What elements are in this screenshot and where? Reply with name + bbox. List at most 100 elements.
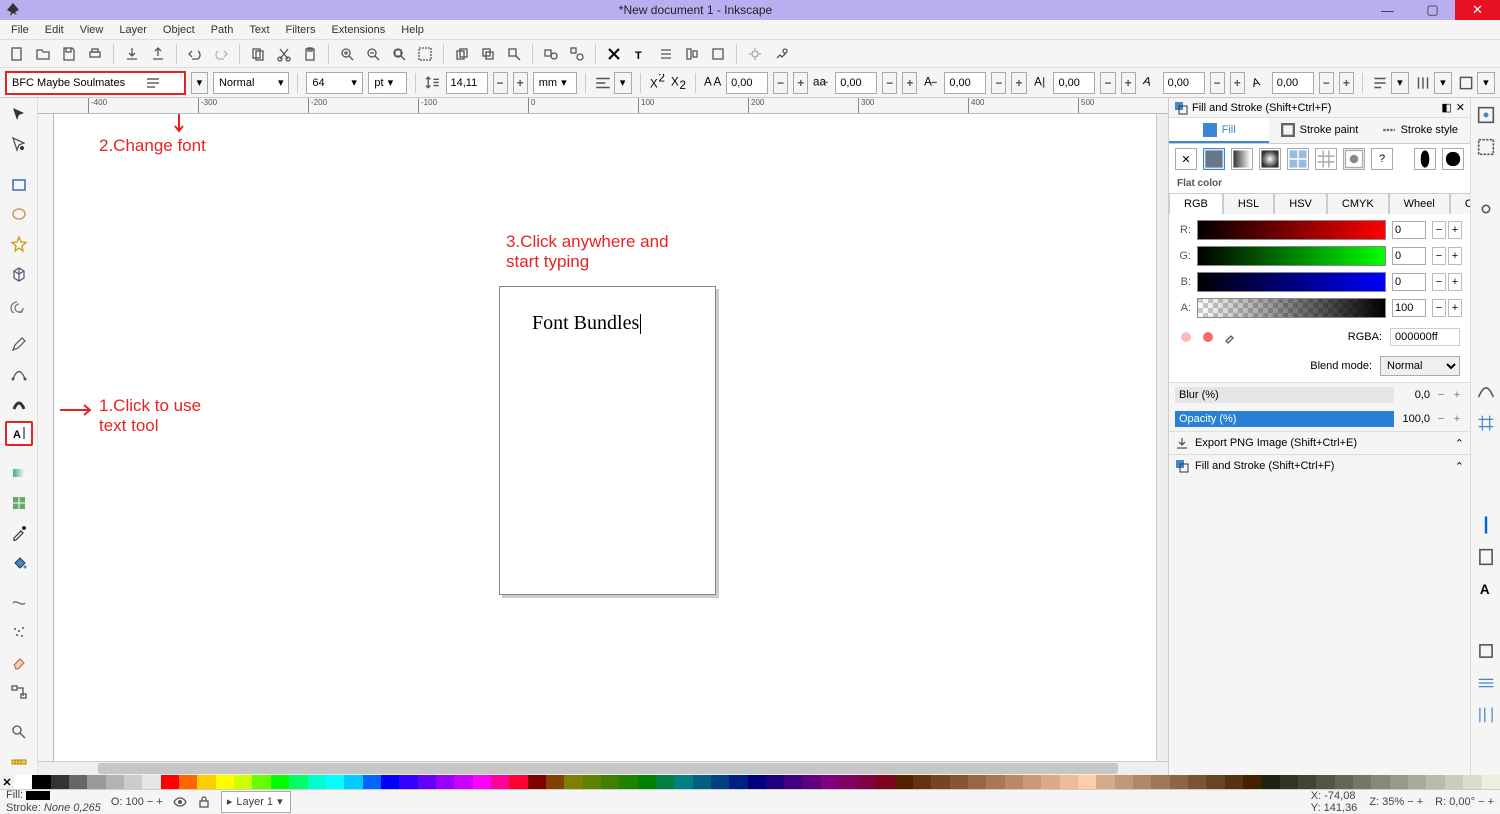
fill-indicator[interactable]: Fill: Stroke: None 0,265 (6, 789, 101, 814)
zoom-indicator[interactable]: Z: 35% − + (1369, 796, 1423, 808)
g-slider[interactable] (1197, 246, 1386, 266)
font-size-input[interactable] (312, 77, 347, 89)
palette-swatch[interactable] (1243, 775, 1261, 789)
menu-text[interactable]: Text (241, 22, 277, 38)
font-style-field[interactable]: ▾ (213, 72, 290, 94)
menu-view[interactable]: View (72, 22, 112, 38)
cut-button[interactable] (273, 43, 295, 65)
panel-close-button[interactable]: ✕ (1456, 101, 1465, 114)
palette-swatch[interactable] (87, 775, 105, 789)
fill-pattern-button[interactable] (1315, 148, 1337, 170)
font-family-input[interactable] (12, 77, 142, 89)
connector-tool[interactable] (5, 679, 33, 705)
r-minus[interactable]: − (1432, 221, 1446, 239)
letter-spacing-field[interactable] (726, 72, 768, 94)
vertical-ruler[interactable] (38, 114, 54, 761)
text-direction-icon[interactable] (1371, 74, 1389, 92)
palette-swatch[interactable] (179, 775, 197, 789)
palette-swatch[interactable] (1371, 775, 1389, 789)
fill-flat-button[interactable] (1203, 148, 1225, 170)
palette-swatch[interactable] (106, 775, 124, 789)
palette-swatch[interactable] (913, 775, 931, 789)
vertical-scrollbar[interactable] (1156, 114, 1168, 761)
visibility-icon[interactable] (173, 795, 187, 809)
palette-swatch[interactable] (363, 775, 381, 789)
menu-layer[interactable]: Layer (111, 22, 155, 38)
align-button[interactable] (681, 43, 703, 65)
palette-swatch[interactable] (51, 775, 69, 789)
tab-stroke-style[interactable]: Stroke style (1370, 118, 1470, 143)
palette-swatch[interactable] (968, 775, 986, 789)
palette-swatch[interactable] (711, 775, 729, 789)
palette-swatch[interactable] (1151, 775, 1169, 789)
opac-plus[interactable]: + (1450, 411, 1464, 427)
kh-plus[interactable]: + (1011, 72, 1026, 94)
cr-plus[interactable]: + (1339, 72, 1354, 94)
palette-swatch[interactable] (399, 775, 417, 789)
palette-swatch[interactable] (69, 775, 87, 789)
palette-swatch[interactable] (1280, 775, 1298, 789)
palette-swatch[interactable] (1170, 775, 1188, 789)
snap-align-icon[interactable] (1475, 704, 1497, 726)
palette-swatch[interactable] (1261, 775, 1279, 789)
xml-button[interactable] (655, 43, 677, 65)
font-style-input[interactable] (219, 77, 274, 89)
palette-swatch[interactable] (124, 775, 142, 789)
palette-swatch[interactable] (1060, 775, 1078, 789)
snap-enable-icon[interactable] (1475, 104, 1497, 126)
eraser-tool[interactable] (5, 650, 33, 676)
print-button[interactable] (84, 43, 106, 65)
3dbox-tool[interactable] (5, 261, 33, 287)
palette-swatch[interactable] (619, 775, 637, 789)
mode-cmyk[interactable]: CMYK (1327, 193, 1389, 214)
dock-fillstroke[interactable]: Fill and Stroke (Shift+Ctrl+F) ⌃ (1169, 454, 1470, 477)
selector-tool[interactable] (5, 102, 33, 128)
opacity-value[interactable]: 100,0 (1394, 413, 1434, 425)
snap-guide-icon[interactable] (1475, 514, 1497, 536)
paste-button[interactable] (299, 43, 321, 65)
palette-swatch[interactable] (839, 775, 857, 789)
bezier-tool[interactable] (5, 361, 33, 387)
line-height-minus[interactable]: − (493, 72, 508, 94)
fill-unknown-button[interactable]: ? (1371, 148, 1393, 170)
pencil-tool[interactable] (5, 331, 33, 357)
unlink-clone-button[interactable] (503, 43, 525, 65)
zoom-selection-button[interactable] (414, 43, 436, 65)
palette-swatch[interactable] (1408, 775, 1426, 789)
palette-swatch[interactable] (197, 775, 215, 789)
palette-swatch[interactable] (1078, 775, 1096, 789)
expand-icon-2[interactable]: ⌃ (1455, 460, 1464, 473)
duplicate-button[interactable] (451, 43, 473, 65)
palette-swatch[interactable] (509, 775, 527, 789)
r-plus[interactable]: + (1448, 221, 1462, 239)
expand-icon[interactable]: ⌃ (1455, 437, 1464, 450)
palette-swatch[interactable] (32, 775, 50, 789)
snap-center-icon[interactable] (1475, 640, 1497, 662)
document-properties-button[interactable] (770, 43, 792, 65)
align-dropdown[interactable]: ▾ (614, 72, 632, 94)
text-orientation-dropdown[interactable]: ▾ (1477, 72, 1495, 94)
kv-plus[interactable]: + (1121, 72, 1136, 94)
palette-swatch[interactable] (1390, 775, 1408, 789)
snap-rotation-icon[interactable] (1475, 672, 1497, 694)
palette-swatch[interactable] (638, 775, 656, 789)
line-height-plus[interactable]: + (513, 72, 528, 94)
palette-swatch[interactable] (1426, 775, 1444, 789)
ellipse-tool[interactable] (5, 202, 33, 228)
spiral-tool[interactable] (5, 291, 33, 317)
blur-plus[interactable]: + (1450, 387, 1464, 403)
ls-plus[interactable]: + (793, 72, 808, 94)
palette-swatch[interactable] (161, 775, 179, 789)
menu-file[interactable]: File (3, 22, 37, 38)
rgba-input[interactable] (1390, 328, 1460, 346)
palette-swatch[interactable] (454, 775, 472, 789)
palette-none[interactable]: ✕ (0, 775, 14, 789)
spray-tool[interactable] (5, 620, 33, 646)
palette-swatch[interactable] (1206, 775, 1224, 789)
preferences-button[interactable] (744, 43, 766, 65)
fill-linear-button[interactable] (1231, 148, 1253, 170)
a-plus[interactable]: + (1448, 299, 1462, 317)
palette-swatch[interactable] (381, 775, 399, 789)
rectangle-tool[interactable] (5, 172, 33, 198)
import-button[interactable] (121, 43, 143, 65)
